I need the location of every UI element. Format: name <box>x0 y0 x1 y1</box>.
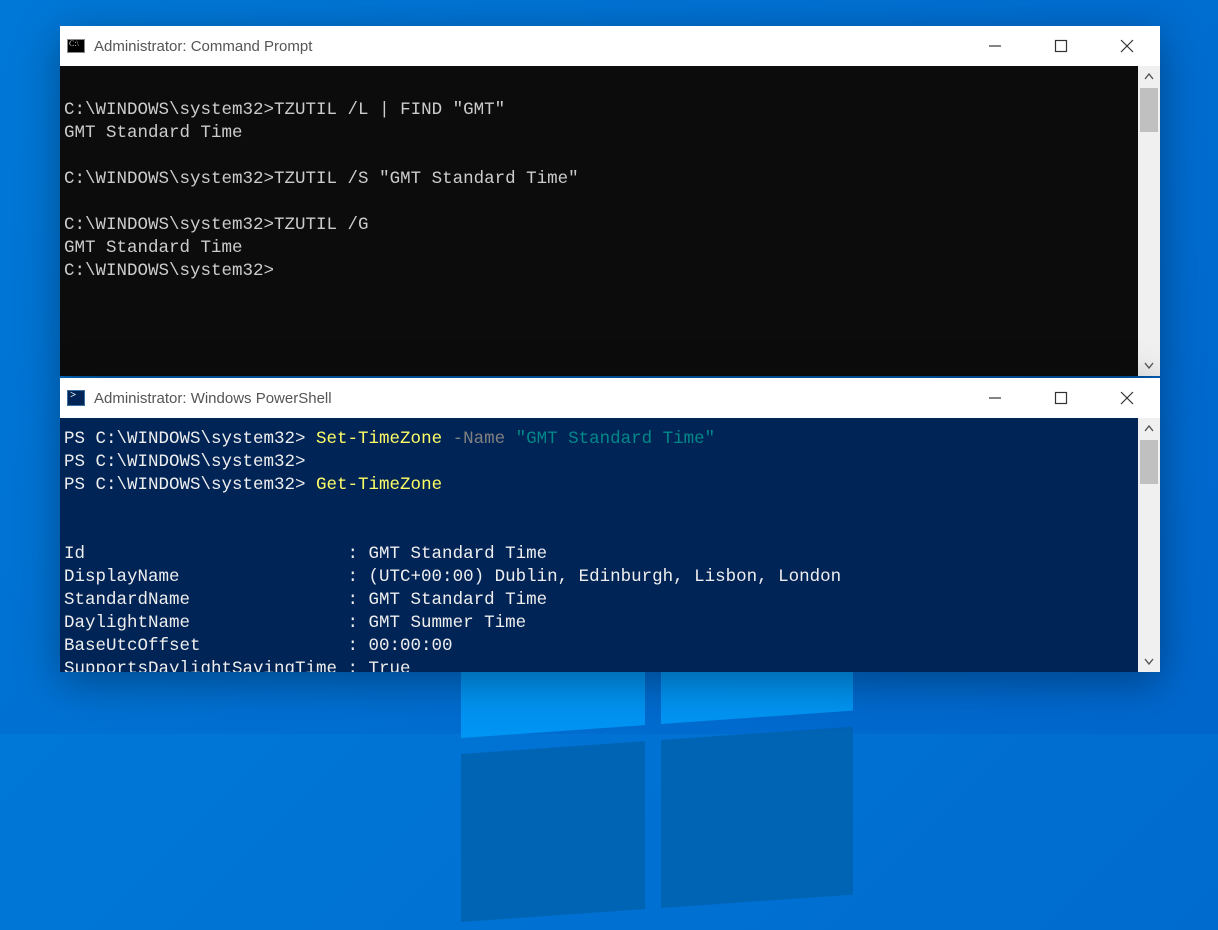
cmd-output: GMT Standard Time <box>64 238 243 258</box>
cmd-prompt: C:\WINDOWS\system32> <box>64 100 274 120</box>
ps-output: DaylightName : GMT Summer Time <box>64 613 526 633</box>
scroll-thumb[interactable] <box>1140 88 1158 132</box>
cmd-terminal-output[interactable]: C:\WINDOWS\system32>TZUTIL /L | FIND "GM… <box>60 66 1138 376</box>
scroll-down-icon[interactable] <box>1138 354 1160 376</box>
scroll-up-icon[interactable] <box>1138 66 1160 88</box>
minimize-button[interactable] <box>962 26 1028 66</box>
cmd-app-icon <box>66 37 86 55</box>
scroll-track[interactable] <box>1138 440 1160 650</box>
ps-titlebar[interactable]: Administrator: Windows PowerShell <box>60 378 1160 418</box>
ps-output: Id : GMT Standard Time <box>64 544 547 564</box>
ps-output: BaseUtcOffset : 00:00:00 <box>64 636 453 656</box>
cmd-titlebar[interactable]: Administrator: Command Prompt <box>60 26 1160 66</box>
cmd-command: TZUTIL /L | FIND "GMT" <box>274 100 505 120</box>
maximize-button[interactable] <box>1028 26 1094 66</box>
cmd-title: Administrator: Command Prompt <box>94 38 312 55</box>
ps-title: Administrator: Windows PowerShell <box>94 390 332 407</box>
ps-param: -Name <box>442 429 516 449</box>
ps-cmdlet: Get-TimeZone <box>316 475 442 495</box>
ps-output: StandardName : GMT Standard Time <box>64 590 547 610</box>
command-prompt-window: Administrator: Command Prompt C:\WINDOWS… <box>60 26 1160 376</box>
cmd-prompt: C:\WINDOWS\system32> <box>64 215 274 235</box>
ps-scrollbar[interactable] <box>1138 418 1160 672</box>
ps-prompt: PS C:\WINDOWS\system32> <box>64 429 316 449</box>
ps-output: SupportsDaylightSavingTime : True <box>64 659 411 672</box>
maximize-button[interactable] <box>1028 378 1094 418</box>
scroll-down-icon[interactable] <box>1138 650 1160 672</box>
ps-cmdlet: Set-TimeZone <box>316 429 442 449</box>
cmd-prompt: C:\WINDOWS\system32> <box>64 169 274 189</box>
ps-arg: "GMT Standard Time" <box>516 429 716 449</box>
minimize-button[interactable] <box>962 378 1028 418</box>
cmd-scrollbar[interactable] <box>1138 66 1160 376</box>
powershell-window: Administrator: Windows PowerShell PS C:\… <box>60 378 1160 672</box>
close-button[interactable] <box>1094 26 1160 66</box>
cmd-command: TZUTIL /G <box>274 215 369 235</box>
ps-prompt: PS C:\WINDOWS\system32> <box>64 475 316 495</box>
cmd-prompt: C:\WINDOWS\system32> <box>64 261 274 281</box>
scroll-thumb[interactable] <box>1140 440 1158 484</box>
scroll-track[interactable] <box>1138 88 1160 354</box>
powershell-app-icon <box>66 389 86 407</box>
ps-prompt: PS C:\WINDOWS\system32> <box>64 452 306 472</box>
close-button[interactable] <box>1094 378 1160 418</box>
cmd-output: GMT Standard Time <box>64 123 243 143</box>
ps-output: DisplayName : (UTC+00:00) Dublin, Edinbu… <box>64 567 841 587</box>
scroll-up-icon[interactable] <box>1138 418 1160 440</box>
cmd-command: TZUTIL /S "GMT Standard Time" <box>274 169 579 189</box>
ps-terminal-output[interactable]: PS C:\WINDOWS\system32> Set-TimeZone -Na… <box>60 418 1138 672</box>
